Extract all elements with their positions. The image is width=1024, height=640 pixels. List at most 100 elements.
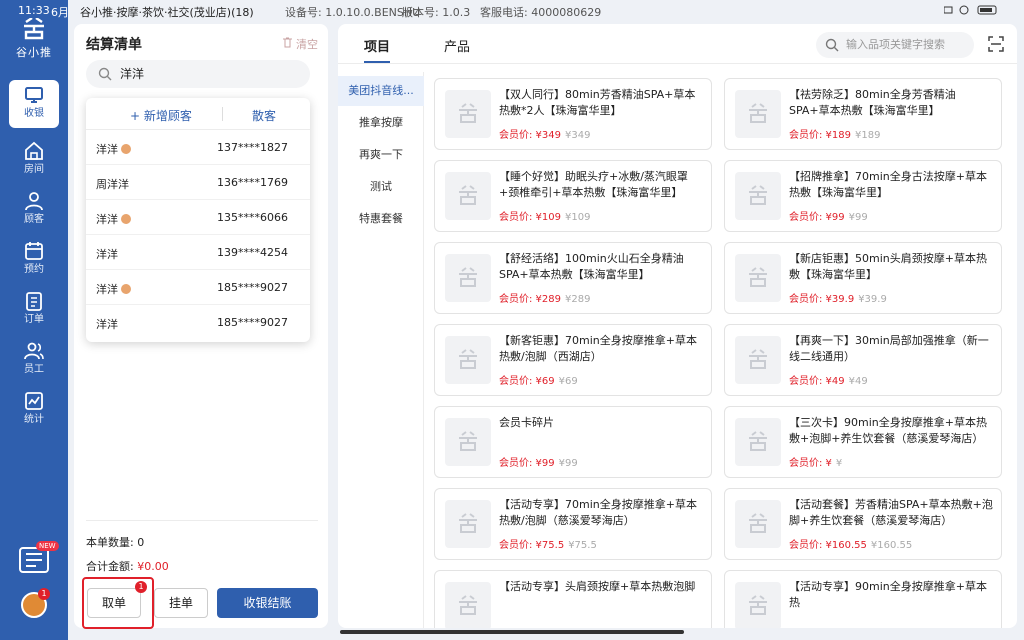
tab-services[interactable]: 项目 — [364, 36, 390, 55]
customer-name: 洋洋 — [96, 281, 131, 297]
category-item[interactable]: 测试 — [338, 172, 424, 202]
product-name: 【再爽一下】30min局部加强推拿（新一线二线通用） — [789, 334, 989, 363]
product-card[interactable]: 【再爽一下】30min局部加强推拿（新一线二线通用） 会员价: ¥49 ¥49 — [724, 324, 1002, 396]
sidebar-item-label: 房间 — [24, 164, 44, 175]
search-icon — [98, 67, 112, 81]
product-name: 【活动专享】90min全身按摩推拿+草本热 — [789, 580, 987, 609]
product-card[interactable]: 【新客钜惠】70min全身按摩推拿+草本热敷/泡脚（西湖店） 会员价: ¥69 ¥6… — [434, 324, 712, 396]
product-card[interactable]: 【新店钜惠】50min头肩颈按摩+草本热敷【珠海富华里】 会员价: ¥39.9 ¥3… — [724, 242, 1002, 314]
product-name: 【双人同行】80min芳香精油SPA+草本热敷*2人【珠海富华里】 — [499, 88, 696, 117]
member-price: 会员价: ¥189 — [789, 130, 851, 141]
product-thumbnail — [445, 582, 491, 628]
divider — [222, 107, 223, 121]
sidebar-item-customers[interactable]: 顾客 — [9, 186, 59, 234]
original-price: ¥49 — [848, 376, 868, 387]
product-thumbnail — [735, 336, 781, 384]
take-order-button[interactable]: 取单 — [87, 588, 141, 618]
customer-row[interactable]: 洋洋 139****4254 — [86, 235, 310, 270]
product-name: 会员卡碎片 — [499, 416, 554, 429]
sidebar-item-cashier[interactable]: 收银 — [9, 80, 59, 128]
category-item[interactable]: 美团抖音线... — [338, 76, 424, 106]
member-price: 会员价: ¥75.5 — [499, 540, 565, 551]
category-item[interactable]: 推拿按摩 — [338, 108, 424, 138]
monitor-icon — [25, 87, 43, 103]
search-icon — [825, 38, 839, 52]
member-price: 会员价: ¥109 — [499, 212, 561, 223]
customer-row[interactable]: 洋洋 185****9027 — [86, 270, 310, 305]
original-price: ¥99 — [558, 458, 578, 469]
item-search-placeholder: 输入品项关键字搜索 — [846, 38, 945, 51]
product-card[interactable]: 【活动专享】70min全身按摩推拿+草本热敷/泡脚（慈溪爱琴海店） 会员价: ¥7… — [434, 488, 712, 560]
customer-row[interactable]: 洋洋 185****9027 — [86, 305, 310, 340]
customer-phone: 137****1827 — [217, 141, 288, 154]
member-price: 会员价: ¥349 — [499, 130, 561, 141]
product-card[interactable]: 【活动专享】头肩颈按摩+草本热敷泡脚 — [434, 570, 712, 628]
product-price: 会员价: ¥ ¥ — [789, 454, 842, 469]
home-indicator — [340, 630, 684, 634]
original-price: ¥ — [835, 458, 843, 469]
product-thumbnail — [445, 254, 491, 302]
product-name: 【新店钜惠】50min头肩颈按摩+草本热敷【珠海富华里】 — [789, 252, 987, 281]
product-price — [499, 618, 503, 628]
product-name: 【招牌推拿】70min全身古法按摩+草本热敷【珠海富华里】 — [789, 170, 987, 199]
staff-icon — [24, 342, 44, 360]
sidebar-item-rooms[interactable]: 房间 — [9, 136, 59, 184]
member-badge-icon — [121, 214, 131, 224]
avatar-badge: 1 — [38, 588, 50, 600]
product-thumbnail — [735, 254, 781, 302]
clear-button[interactable]: 清空 — [282, 36, 318, 52]
category-item[interactable]: 再爽一下 — [338, 140, 424, 170]
member-price: 会员价: ¥160.55 — [789, 540, 867, 551]
sidebar-item-staff[interactable]: 员工 — [9, 336, 59, 384]
customer-row[interactable]: 洋洋 137****1827 — [86, 130, 310, 165]
product-name: 【新客钜惠】70min全身按摩推拿+草本热敷/泡脚（西湖店） — [499, 334, 697, 363]
order-total: 合计金额: ¥0.00 — [86, 558, 169, 574]
sidebar-item-orders[interactable]: 订单 — [9, 286, 59, 334]
category-item[interactable]: 特惠套餐 — [338, 204, 424, 234]
product-card[interactable]: 【舒经活络】100min火山石全身精油SPA+草本热敷【珠海富华里】 会员价: ¥… — [434, 242, 712, 314]
sidebar-item-stats[interactable]: 统计 — [9, 386, 59, 434]
tab-bar: 项目 产品 输入品项关键字搜索 — [338, 24, 1017, 64]
product-card[interactable]: 【祛劳除乏】80min全身芳香精油SPA+草本热敷【珠海富华里】会员价: ¥18… — [724, 78, 1002, 150]
original-price: ¥69 — [558, 376, 578, 387]
customer-row[interactable]: 周洋洋 136****1769 — [86, 165, 310, 200]
member-price: 会员价: ¥49 — [789, 376, 845, 387]
chart-icon — [25, 392, 43, 410]
product-name: 【三次卡】90min全身按摩推拿+草本热敷+泡脚+养生饮套餐（慈溪爱琴海店） — [789, 416, 987, 445]
original-price: ¥289 — [565, 294, 591, 305]
clipboard-icon — [26, 292, 42, 311]
product-card[interactable]: 【三次卡】90min全身按摩推拿+草本热敷+泡脚+养生饮套餐（慈溪爱琴海店） 会员… — [724, 406, 1002, 478]
product-thumbnail — [735, 582, 781, 628]
add-customer-button[interactable]: + 新增顾客 — [130, 107, 192, 124]
product-card[interactable]: 会员卡碎片会员价: ¥99 ¥99 — [434, 406, 712, 478]
product-card[interactable]: 【活动套餐】芳香精油SPA+草本热敷+泡脚+养生饮套餐（慈溪爱琴海店） 会员价: … — [724, 488, 1002, 560]
product-card[interactable]: 【招牌推拿】70min全身古法按摩+草本热敷【珠海富华里】 会员价: ¥99 ¥99 — [724, 160, 1002, 232]
product-card[interactable]: 【活动专享】90min全身按摩推拿+草本热 — [724, 570, 1002, 628]
checkout-button[interactable]: 收银结账 — [217, 588, 318, 618]
scan-icon[interactable] — [988, 36, 1004, 52]
checkout-title: 结算清单 — [86, 37, 142, 53]
walkin-customer-button[interactable]: 散客 — [252, 107, 276, 124]
product-card[interactable]: 【睡个好觉】助眠头疗+冰敷/蒸汽眼罩+颈椎牵引+草本热敷【珠海富华里】 会员价: … — [434, 160, 712, 232]
logo-text: 谷小推 — [16, 46, 52, 59]
product-thumbnail — [445, 90, 491, 138]
sidebar-item-booking[interactable]: 预约 — [9, 236, 59, 284]
brand-logo: 谷小推 — [0, 17, 68, 60]
customer-search-input[interactable]: 洋洋 — [86, 60, 310, 88]
tab-products[interactable]: 产品 — [444, 36, 470, 55]
customer-dropdown: + 新增顾客 散客 洋洋 137****1827 周洋洋 136****1769… — [86, 98, 310, 342]
product-thumbnail — [445, 172, 491, 220]
customer-phone: 136****1769 — [217, 176, 288, 189]
hang-order-button[interactable]: 挂单 — [154, 588, 208, 618]
new-badge: NEW — [36, 541, 59, 551]
customer-row[interactable]: 洋洋 135****6066 — [86, 200, 310, 235]
member-badge-icon — [121, 284, 131, 294]
member-price: 会员价: ¥99 — [499, 458, 555, 469]
item-search-input[interactable]: 输入品项关键字搜索 — [816, 32, 974, 58]
tab-indicator — [364, 61, 390, 63]
order-total-label: 合计金额: — [86, 560, 134, 573]
product-name: 【祛劳除乏】80min全身芳香精油SPA+草本热敷【珠海富华里】 — [789, 88, 956, 117]
product-thumbnail — [445, 336, 491, 384]
product-card[interactable]: 【双人同行】80min芳香精油SPA+草本热敷*2人【珠海富华里】会员价: ¥3… — [434, 78, 712, 150]
product-price: 会员价: ¥189 ¥189 — [789, 126, 880, 141]
